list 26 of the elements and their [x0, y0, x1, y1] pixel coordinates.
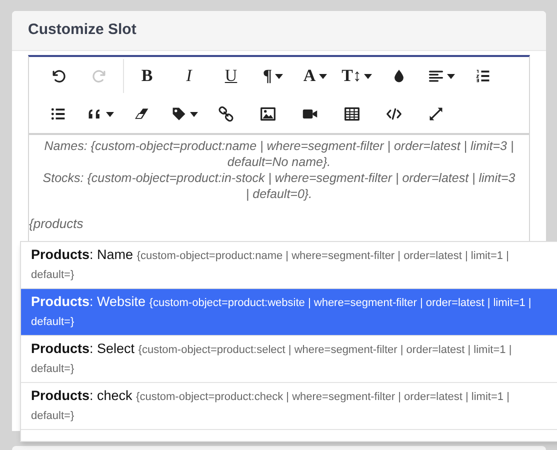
table-icon [344, 106, 360, 122]
bullet-list-icon [50, 106, 66, 122]
tag-icon [170, 106, 186, 122]
suggestion-item[interactable]: Products: Name {custom-object=product:name | where=segment-filter | order=latest | limit=1 | default=} [21, 242, 557, 289]
panel-title: Customize Slot [28, 20, 136, 40]
link-icon [218, 106, 234, 122]
align-left-icon [428, 68, 444, 84]
eraser-icon [134, 106, 150, 122]
bold-button[interactable]: B [126, 59, 168, 93]
suggestion-item[interactable]: Products: Website {custom-object=product:website | where=segment-filter | order=latest | limit=1 | default=} [21, 289, 557, 336]
font-button[interactable]: A [294, 59, 336, 93]
underline-button[interactable]: U [210, 59, 252, 93]
typed-text: {products [29, 216, 84, 232]
undo-icon [50, 68, 66, 84]
redo-icon [92, 68, 108, 84]
image-icon [260, 106, 276, 122]
numbered-list-icon [475, 68, 491, 84]
italic-button[interactable]: I [168, 59, 210, 93]
text-paragraph: Stocks: {custom-object=product:in-stock | where=segment-filter | order=latest | limit=3 | default=0}. [42, 170, 516, 202]
code-icon [386, 106, 402, 122]
expand-icon [428, 106, 444, 122]
text-paragraph: Names: {custom-object=product:name | where=segment-filter | order=latest | limit=3 | default=No name}. [43, 138, 515, 170]
paragraph-button[interactable]: ¶ [252, 59, 294, 93]
size-button[interactable]: T↕ [336, 59, 378, 93]
suggestion-item[interactable]: Products: check {custom-object=product:check | where=segment-filter | order=latest | limit=1 | default=} [21, 383, 557, 430]
suggestion-item[interactable]: Products: Select {custom-object=product:select | where=segment-filter | order=latest | limit=1 | default=} [21, 336, 557, 383]
